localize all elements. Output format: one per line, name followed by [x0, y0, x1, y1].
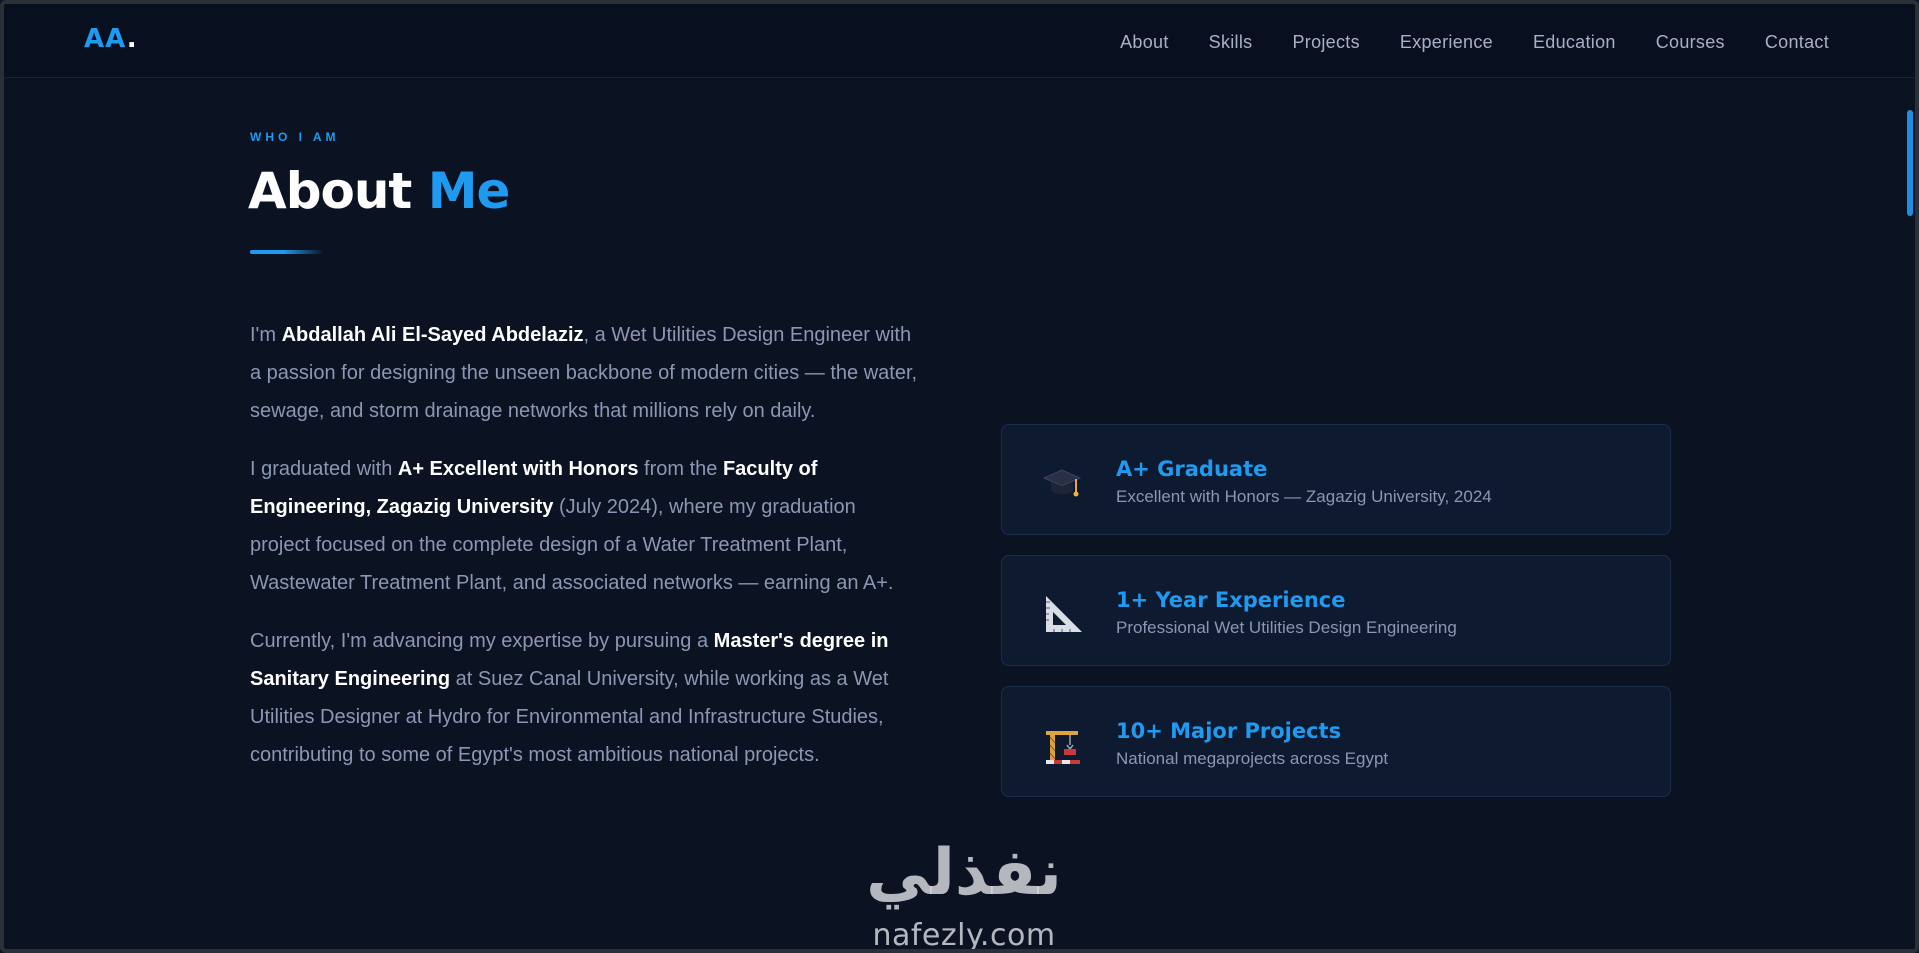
bio-run: Currently, I'm advancing my expertise by… — [250, 630, 714, 652]
section-eyebrow: WHO I AM — [250, 130, 340, 144]
card-title: 10+ Major Projects — [1116, 719, 1342, 743]
bio-paragraph-2: I graduated with A+ Excellent with Honor… — [250, 450, 920, 602]
title-underline — [250, 250, 324, 254]
graduation-cap-icon — [1042, 469, 1082, 497]
card-title: 1+ Year Experience — [1116, 588, 1346, 612]
bio-highlight: Abdallah Ali El-Sayed Abdelaziz — [281, 324, 584, 346]
highlight-card-projects: 10+ Major Projects National megaprojects… — [1001, 686, 1671, 797]
bio-paragraph-1: I'm Abdallah Ali El-Sayed Abdelaziz, a W… — [250, 316, 920, 430]
bio-highlight: A+ Excellent with Honors — [397, 458, 639, 480]
card-subtitle: Professional Wet Utilities Design Engine… — [1116, 618, 1457, 637]
logo-dot: . — [126, 24, 138, 54]
navbar: AA. About Skills Projects Experience Edu… — [4, 4, 1915, 78]
logo-initials: AA — [84, 24, 127, 54]
bio-run: I'm — [250, 324, 282, 346]
nav-link-contact[interactable]: Contact — [1765, 32, 1829, 53]
browser-viewport: AA. About Skills Projects Experience Edu… — [0, 0, 1919, 953]
card-subtitle: Excellent with Honors — Zagazig Universi… — [1116, 487, 1492, 506]
nav-links: About Skills Projects Experience Educati… — [1120, 32, 1829, 53]
watermark-arabic: نفذلي — [866, 836, 1062, 910]
card-title: A+ Graduate — [1116, 457, 1268, 481]
site-logo[interactable]: AA. — [84, 24, 138, 54]
highlight-cards: A+ Graduate Excellent with Honors — Zaga… — [1001, 424, 1671, 817]
nav-link-courses[interactable]: Courses — [1656, 32, 1725, 53]
bio-run: from the — [638, 458, 723, 480]
bio-paragraph-3: Currently, I'm advancing my expertise by… — [250, 622, 920, 774]
title-accent: Me — [427, 162, 511, 220]
scrollbar-thumb[interactable] — [1907, 110, 1913, 216]
construction-crane-icon — [1046, 731, 1080, 764]
bio-run: I graduated with — [250, 458, 398, 480]
watermark-latin: nafezly.com — [872, 918, 1056, 953]
triangle-ruler-icon — [1046, 596, 1082, 632]
nav-link-education[interactable]: Education — [1533, 32, 1616, 53]
nav-link-skills[interactable]: Skills — [1209, 32, 1253, 53]
page-title: About Me — [248, 162, 511, 220]
highlight-card-graduate: A+ Graduate Excellent with Honors — Zaga… — [1001, 424, 1671, 535]
nav-link-about[interactable]: About — [1120, 32, 1169, 53]
nav-link-experience[interactable]: Experience — [1400, 32, 1493, 53]
highlight-card-experience: 1+ Year Experience Professional Wet Util… — [1001, 555, 1671, 666]
title-main: About — [248, 162, 428, 220]
bio-text: I'm Abdallah Ali El-Sayed Abdelaziz, a W… — [250, 316, 920, 794]
nav-link-projects[interactable]: Projects — [1292, 32, 1359, 53]
card-subtitle: National megaprojects across Egypt — [1116, 749, 1389, 768]
nafezly-watermark: نفذلي nafezly.com — [854, 836, 1074, 953]
